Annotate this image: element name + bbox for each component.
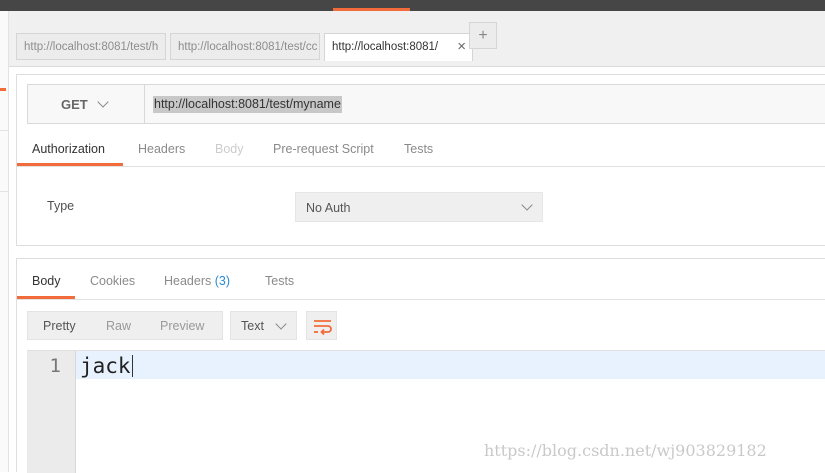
request-tab-3[interactable]: http://localhost:8081/ × — [324, 33, 473, 61]
pretty-button[interactable]: Pretty — [43, 319, 76, 333]
format-value: Text — [241, 319, 264, 333]
url-input[interactable]: http://localhost:8081/test/myname — [153, 96, 342, 113]
active-tab-underline — [17, 163, 123, 166]
line-gutter: 1 — [27, 351, 76, 473]
chevron-down-icon — [521, 199, 533, 211]
auth-type-select[interactable]: No Auth — [295, 192, 543, 222]
tab-cookies[interactable]: Cookies — [90, 274, 135, 288]
headers-label: Headers — [164, 274, 212, 288]
request-subtabs: Authorization Headers Body Pre-request S… — [17, 134, 825, 167]
format-select[interactable]: Text — [230, 311, 297, 340]
wrap-icon — [314, 320, 332, 336]
response-body-text: jack — [80, 354, 133, 378]
tab-response-body[interactable]: Body — [32, 274, 61, 288]
sidebar-divider — [0, 130, 8, 131]
method-select[interactable]: GET — [28, 85, 145, 123]
line-number: 1 — [49, 355, 61, 377]
response-tabs: Body Cookies Headers (3) Tests — [17, 266, 825, 300]
method-label: GET — [61, 97, 88, 112]
request-tab-1[interactable]: http://localhost:8081/test/h — [16, 33, 166, 60]
chevron-down-icon — [275, 318, 287, 330]
window-top-bar — [0, 0, 825, 11]
add-tab-button[interactable]: + — [469, 22, 497, 49]
chevron-down-icon — [97, 96, 109, 108]
sidebar-active-mark — [0, 88, 6, 91]
response-content: jack — [80, 354, 131, 378]
active-tab-underline — [17, 296, 75, 299]
tab-response-tests[interactable]: Tests — [265, 274, 294, 288]
sidebar-divider — [0, 191, 8, 192]
request-tabs-bar: http://localhost:8081/test/h http://loca… — [9, 11, 825, 67]
sidebar-edge — [0, 11, 9, 472]
tab-tests[interactable]: Tests — [404, 142, 433, 156]
preview-button[interactable]: Preview — [160, 319, 204, 333]
auth-type-label: Type — [47, 199, 75, 213]
headers-count: (3) — [214, 274, 231, 288]
close-icon[interactable]: × — [457, 34, 466, 60]
request-tab-label: http://localhost:8081/test/h — [24, 41, 159, 53]
request-tab-label: http://localhost:8081/ — [332, 41, 439, 53]
auth-type-value: No Auth — [306, 201, 351, 215]
request-tab-2[interactable]: http://localhost:8081/test/cc — [170, 33, 320, 60]
tab-headers[interactable]: Headers — [138, 142, 185, 156]
tab-response-headers[interactable]: Headers (3) — [164, 274, 230, 288]
url-bar: GET — [27, 84, 825, 124]
tab-authorization[interactable]: Authorization — [32, 142, 105, 156]
text-cursor — [131, 355, 133, 377]
active-line-highlight — [76, 351, 825, 379]
wrap-lines-button[interactable] — [306, 311, 337, 340]
raw-button[interactable]: Raw — [106, 319, 131, 333]
watermark: https://blog.csdn.net/wj903829182 — [484, 441, 767, 460]
tab-pre-request-script[interactable]: Pre-request Script — [273, 142, 374, 156]
request-tab-label: http://localhost:8081/test/cc — [178, 41, 318, 53]
view-mode-group: Pretty Raw Preview — [27, 311, 223, 340]
tab-body[interactable]: Body — [215, 142, 244, 156]
